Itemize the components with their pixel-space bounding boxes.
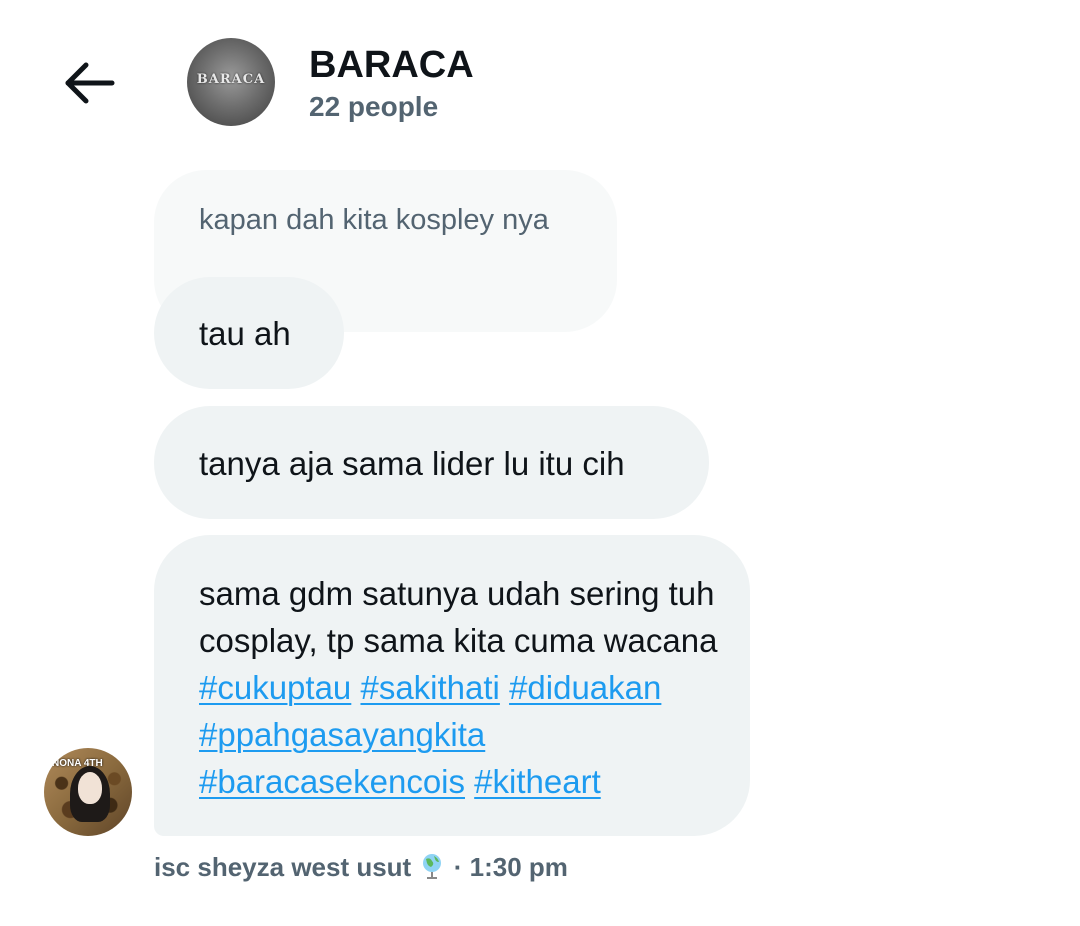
sender-name[interactable]: isc sheyza west usut [154,852,411,882]
message-bubble[interactable]: tanya aja sama lider lu itu cih [154,406,709,519]
arrow-left-icon [65,62,115,104]
hashtag-link[interactable]: #ppahgasayangkita [199,716,485,753]
message-text: sama gdm satunya udah sering tuh cosplay… [199,575,718,659]
hashtag-link[interactable]: #cukuptau [199,669,351,706]
hashtag-link[interactable]: #diduakan [509,669,661,706]
quoted-message-text: kapan dah kita kospley nya [199,204,549,236]
back-button[interactable] [60,58,116,108]
sender-avatar[interactable]: NONA 4TH [44,748,132,836]
meta-separator: · [453,852,463,882]
message-meta: isc sheyza west usut · 1:30 pm [154,850,568,888]
group-title[interactable]: BARACA [309,42,474,88]
globe-icon [420,852,444,888]
group-member-count[interactable]: 22 people [309,90,438,124]
message-timestamp: 1:30 pm [469,852,568,882]
avatar-badge-text: NONA 4TH [52,758,103,769]
hashtag-link[interactable]: #sakithati [360,669,499,706]
hashtag-link[interactable]: #baracasekencois [199,763,465,800]
message-bubble[interactable]: tau ah [154,277,344,389]
message-bubble[interactable]: sama gdm satunya udah sering tuh cosplay… [154,535,750,836]
hashtag-link[interactable]: #kitheart [474,763,601,800]
group-avatar-logo: BARACA [196,72,266,87]
message-text: tau ah [199,315,291,352]
group-avatar[interactable]: BARACA [187,38,275,126]
message-text: tanya aja sama lider lu itu cih [199,445,625,482]
avatar-face [78,772,102,804]
